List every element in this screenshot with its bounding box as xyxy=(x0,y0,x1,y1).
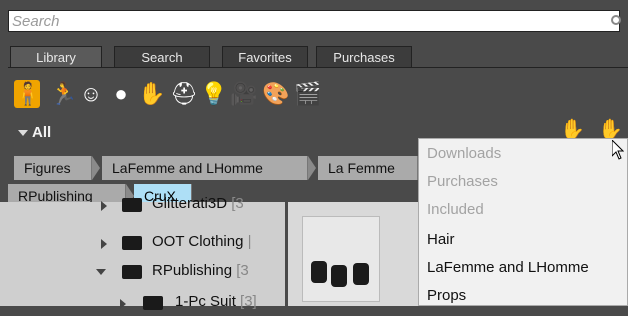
tree-count: [3 xyxy=(231,195,244,212)
tree-count: | xyxy=(247,233,252,250)
folder-icon xyxy=(122,198,142,212)
crumb-separator xyxy=(92,156,100,180)
light-icon[interactable]: 💡 xyxy=(200,80,227,108)
search-bar[interactable]: Search xyxy=(8,10,621,32)
dropdown-item-lafemme-lhomme[interactable]: LaFemme and LHomme xyxy=(427,259,589,276)
product-thumbnail[interactable] xyxy=(302,216,380,302)
ring-shape xyxy=(353,263,369,285)
tree-count: [3] xyxy=(240,293,257,310)
folder-icon xyxy=(122,236,142,250)
ring-shape xyxy=(311,261,327,283)
crumb-figures[interactable]: Figures xyxy=(14,156,92,180)
tab-favorites[interactable]: Favorites xyxy=(222,46,308,68)
tab-library[interactable]: Library xyxy=(10,46,102,68)
chevron-right-icon[interactable] xyxy=(101,239,107,249)
search-icon[interactable] xyxy=(611,15,621,25)
camera-icon[interactable]: 🎥 xyxy=(230,80,257,108)
gloves-icon[interactable]: ✋ xyxy=(138,80,165,108)
tree-count: [3 xyxy=(236,262,249,279)
dropdown-item-hair[interactable]: Hair xyxy=(427,231,455,248)
tree-label: Glitterati3D xyxy=(152,195,228,212)
chevron-right-icon[interactable] xyxy=(101,201,107,211)
chevron-down-icon[interactable] xyxy=(96,269,106,275)
figure-icon[interactable]: 🧍 xyxy=(14,80,41,108)
ring-shape xyxy=(331,265,347,287)
materials-icon[interactable]: 🎨 xyxy=(262,80,289,108)
hair-icon[interactable]: ● xyxy=(108,80,134,108)
crumb-separator xyxy=(308,156,316,180)
crumb-la-femme[interactable]: La Femme xyxy=(318,156,418,180)
tab-purchases[interactable]: Purchases xyxy=(316,46,412,68)
chevron-down-icon[interactable] xyxy=(18,130,28,136)
tab-search[interactable]: Search xyxy=(114,46,210,68)
hat-icon[interactable]: ⛑ xyxy=(170,80,198,108)
folder-icon xyxy=(122,265,142,279)
search-input[interactable]: Search xyxy=(12,13,60,30)
scene-icon[interactable]: 🎬 xyxy=(294,80,321,108)
folder-icon xyxy=(143,296,163,310)
tree-label: RPublishing xyxy=(152,262,233,279)
pose-icon[interactable]: 🏃 xyxy=(50,80,77,108)
chevron-right-icon[interactable] xyxy=(120,299,126,309)
dropdown-item-props[interactable]: Props xyxy=(427,287,466,304)
tab-divider xyxy=(8,67,628,68)
tree-label: 1-Pc Suit xyxy=(175,293,236,310)
filter-all[interactable]: All xyxy=(32,124,51,141)
cursor-icon xyxy=(612,140,624,160)
filter-dropdown: Downloads Purchases Included Hair LaFemm… xyxy=(418,138,628,306)
crumb-lafemme-lhomme[interactable]: LaFemme and LHomme xyxy=(102,156,308,180)
dropdown-item-purchases: Purchases xyxy=(427,173,498,190)
expression-icon[interactable]: ☺ xyxy=(78,80,104,108)
tree-label: OOT Clothing xyxy=(152,233,244,250)
content-pane xyxy=(288,202,418,306)
dropdown-item-included: Included xyxy=(427,201,484,218)
folder-tree: Glitterati3D [3 OOT Clothing | RPublishi… xyxy=(0,195,285,310)
dropdown-item-downloads: Downloads xyxy=(427,145,502,162)
